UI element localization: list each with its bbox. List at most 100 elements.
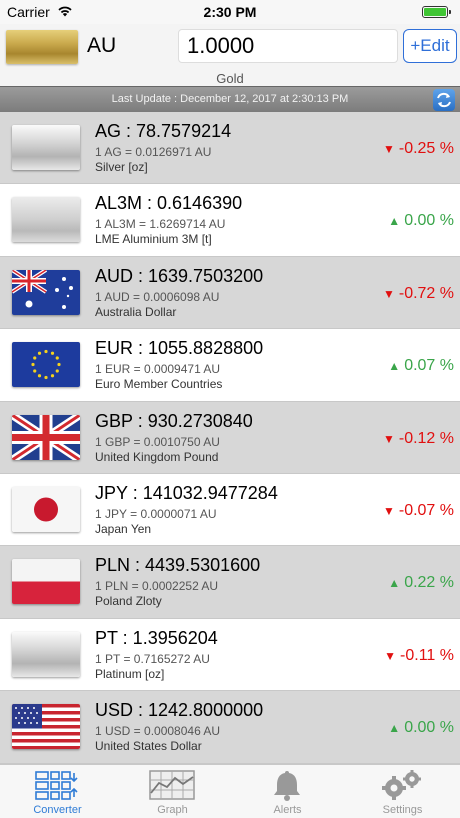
rate-row[interactable]: GBP : 930.2730840 1 GBP = 0.0010750 AU Uni…: [0, 401, 460, 474]
last-update-bar: Last Update : December 12, 2017 at 2:30:…: [0, 86, 460, 112]
platinum-flag-icon: [12, 631, 80, 677]
rate-inverse: 1 PT = 0.7165272 AU: [95, 651, 210, 666]
eu-flag-icon: [12, 342, 80, 388]
converter-header: AU +Edit Gold: [0, 24, 460, 86]
tab-converter[interactable]: Converter: [0, 765, 115, 818]
gold-bar-icon: [6, 30, 78, 64]
bell-icon: [274, 771, 300, 801]
rate-change-value: 0.22 %: [404, 574, 454, 592]
aluminium-flag-icon: [12, 197, 80, 243]
rate-inverse: 1 AUD = 0.0006098 AU: [95, 289, 220, 304]
triangle-down-icon: ▼: [382, 431, 395, 446]
tab-alerts-label: Alerts: [273, 804, 302, 816]
rate-change: ▲ 0.00 %: [388, 719, 454, 737]
triangle-down-icon: ▼: [384, 648, 397, 663]
rate-change: ▲ 0.00 %: [388, 212, 454, 230]
rate-row[interactable]: PT : 1.3956204 1 PT = 0.7165272 AU Platinu…: [0, 618, 460, 692]
refresh-icon: [437, 92, 451, 108]
tab-graph[interactable]: Graph: [115, 765, 230, 818]
last-update-text: Last Update : December 12, 2017 at 2:30:…: [111, 93, 349, 105]
tab-converter-label: Converter: [33, 804, 82, 816]
refresh-button[interactable]: [433, 89, 455, 111]
rate-title: JPY : 141032.9477284: [95, 482, 278, 503]
tab-settings-label: Settings: [382, 804, 423, 816]
rate-change: ▲ 0.22 %: [388, 574, 454, 592]
gears-icon: [382, 770, 421, 800]
usa-flag-icon: [12, 704, 80, 750]
rate-inverse: 1 EUR = 0.0009471 AU: [95, 362, 221, 377]
base-currency-code: AU: [87, 34, 117, 57]
rate-change-value: -0.25 %: [398, 140, 454, 157]
currency-name: Poland Zloty: [95, 594, 162, 609]
rate-title: USD : 1242.8000000: [95, 700, 264, 721]
rate-row[interactable]: PLN : 4439.5301600 1 PLN = 0.0002252 AU Po…: [0, 546, 460, 619]
rate-change-value: -0.07 %: [398, 501, 454, 519]
currency-name: Japan Yen: [95, 521, 152, 536]
triangle-up-icon: ▲: [388, 359, 401, 374]
rate-change: ▼ -0.12 %: [383, 430, 454, 448]
triangle-up-icon: ▲: [388, 721, 401, 736]
battery-icon: [422, 6, 451, 18]
rate-title: AG : 78.7579214: [95, 121, 232, 141]
rate-row[interactable]: JPY : 141032.9477284 1 JPY = 0.0000071 AU…: [0, 473, 460, 547]
rate-row[interactable]: EUR : 1055.8828800 1 EUR = 0.0009471 AU Eu…: [0, 329, 460, 402]
rate-change-value: -0.12 %: [398, 429, 454, 447]
rate-change: ▼ -0.11 %: [384, 647, 454, 665]
rate-inverse: 1 AL3M = 1.6269714 AU: [95, 217, 226, 232]
rates-list: AG : 78.7579214 1 AG = 0.0126971 AU Silver…: [0, 112, 460, 764]
rate-change: ▼ -0.25 %: [383, 140, 454, 158]
uk-flag-icon: [12, 414, 80, 460]
rate-title: PLN : 4439.5301600: [95, 555, 261, 576]
rate-title: EUR : 1055.8828800: [95, 338, 264, 359]
rate-change-value: 0.00 %: [404, 212, 454, 230]
rate-change: ▼ -0.72 %: [383, 285, 454, 303]
rate-change-value: 0.00 %: [404, 719, 454, 737]
japan-flag-icon: [12, 486, 80, 532]
tab-alerts[interactable]: Alerts: [230, 765, 345, 818]
tab-settings[interactable]: Settings: [345, 765, 460, 818]
currency-name: Platinum [oz]: [95, 666, 165, 681]
currency-name: Silver [oz]: [95, 160, 148, 174]
rate-title: GBP : 930.2730840: [95, 410, 253, 431]
triangle-up-icon: ▲: [388, 576, 401, 591]
base-currency-name: Gold: [216, 71, 244, 86]
currency-name: United Kingdom Pound: [95, 449, 219, 464]
australia-flag-icon: [12, 269, 80, 315]
rate-row[interactable]: AG : 78.7579214 1 AG = 0.0126971 AU Silver…: [0, 112, 460, 185]
currency-name: United States Dollar: [95, 739, 202, 754]
graph-icon: [149, 770, 195, 800]
rate-change: ▲ 0.07 %: [388, 357, 454, 375]
tab-graph-label: Graph: [157, 804, 188, 816]
status-bar: Carrier 2:30 PM: [0, 0, 460, 24]
rate-row[interactable]: AUD : 1639.7503200 1 AUD = 0.0006098 AU Au…: [0, 256, 460, 330]
amount-input[interactable]: [178, 29, 398, 63]
rate-inverse: 1 PLN = 0.0002252 AU: [95, 579, 219, 594]
silver-flag-icon: [12, 125, 80, 170]
rate-inverse: 1 GBP = 0.0010750 AU: [95, 434, 220, 449]
rate-change-value: -0.11 %: [400, 646, 454, 664]
rate-title: PT : 1.3956204: [95, 627, 218, 648]
triangle-down-icon: ▼: [382, 503, 395, 518]
clock: 2:30 PM: [203, 4, 257, 20]
rate-inverse: 1 AG = 0.0126971 AU: [95, 145, 212, 159]
converter-icon: [35, 771, 78, 800]
rate-row[interactable]: USD : 1242.8000000 1 USD = 0.0008046 AU Un…: [0, 691, 460, 764]
rate-change-value: -0.72 %: [398, 284, 454, 302]
rate-title: AL3M : 0.6146390: [95, 193, 243, 214]
triangle-down-icon: ▼: [382, 286, 395, 301]
rate-title: AUD : 1639.7503200: [95, 265, 264, 286]
rate-row[interactable]: AL3M : 0.6146390 1 AL3M = 1.6269714 AU LME…: [0, 184, 460, 257]
triangle-down-icon: ▼: [382, 142, 395, 156]
poland-flag-icon: [12, 559, 80, 605]
rate-change-value: 0.07 %: [404, 357, 454, 375]
tab-bar: Converter Graph Alerts Settings: [0, 764, 460, 818]
currency-name: Australia Dollar: [95, 304, 177, 319]
edit-button[interactable]: +Edit: [403, 29, 457, 63]
rate-change: ▼ -0.07 %: [383, 502, 454, 520]
currency-name: LME Aluminium 3M [t]: [95, 232, 212, 247]
currency-name: Euro Member Countries: [95, 377, 223, 392]
rate-inverse: 1 USD = 0.0008046 AU: [95, 724, 221, 739]
rate-inverse: 1 JPY = 0.0000071 AU: [95, 506, 217, 521]
triangle-up-icon: ▲: [388, 214, 401, 229]
battery-level: [424, 8, 446, 16]
